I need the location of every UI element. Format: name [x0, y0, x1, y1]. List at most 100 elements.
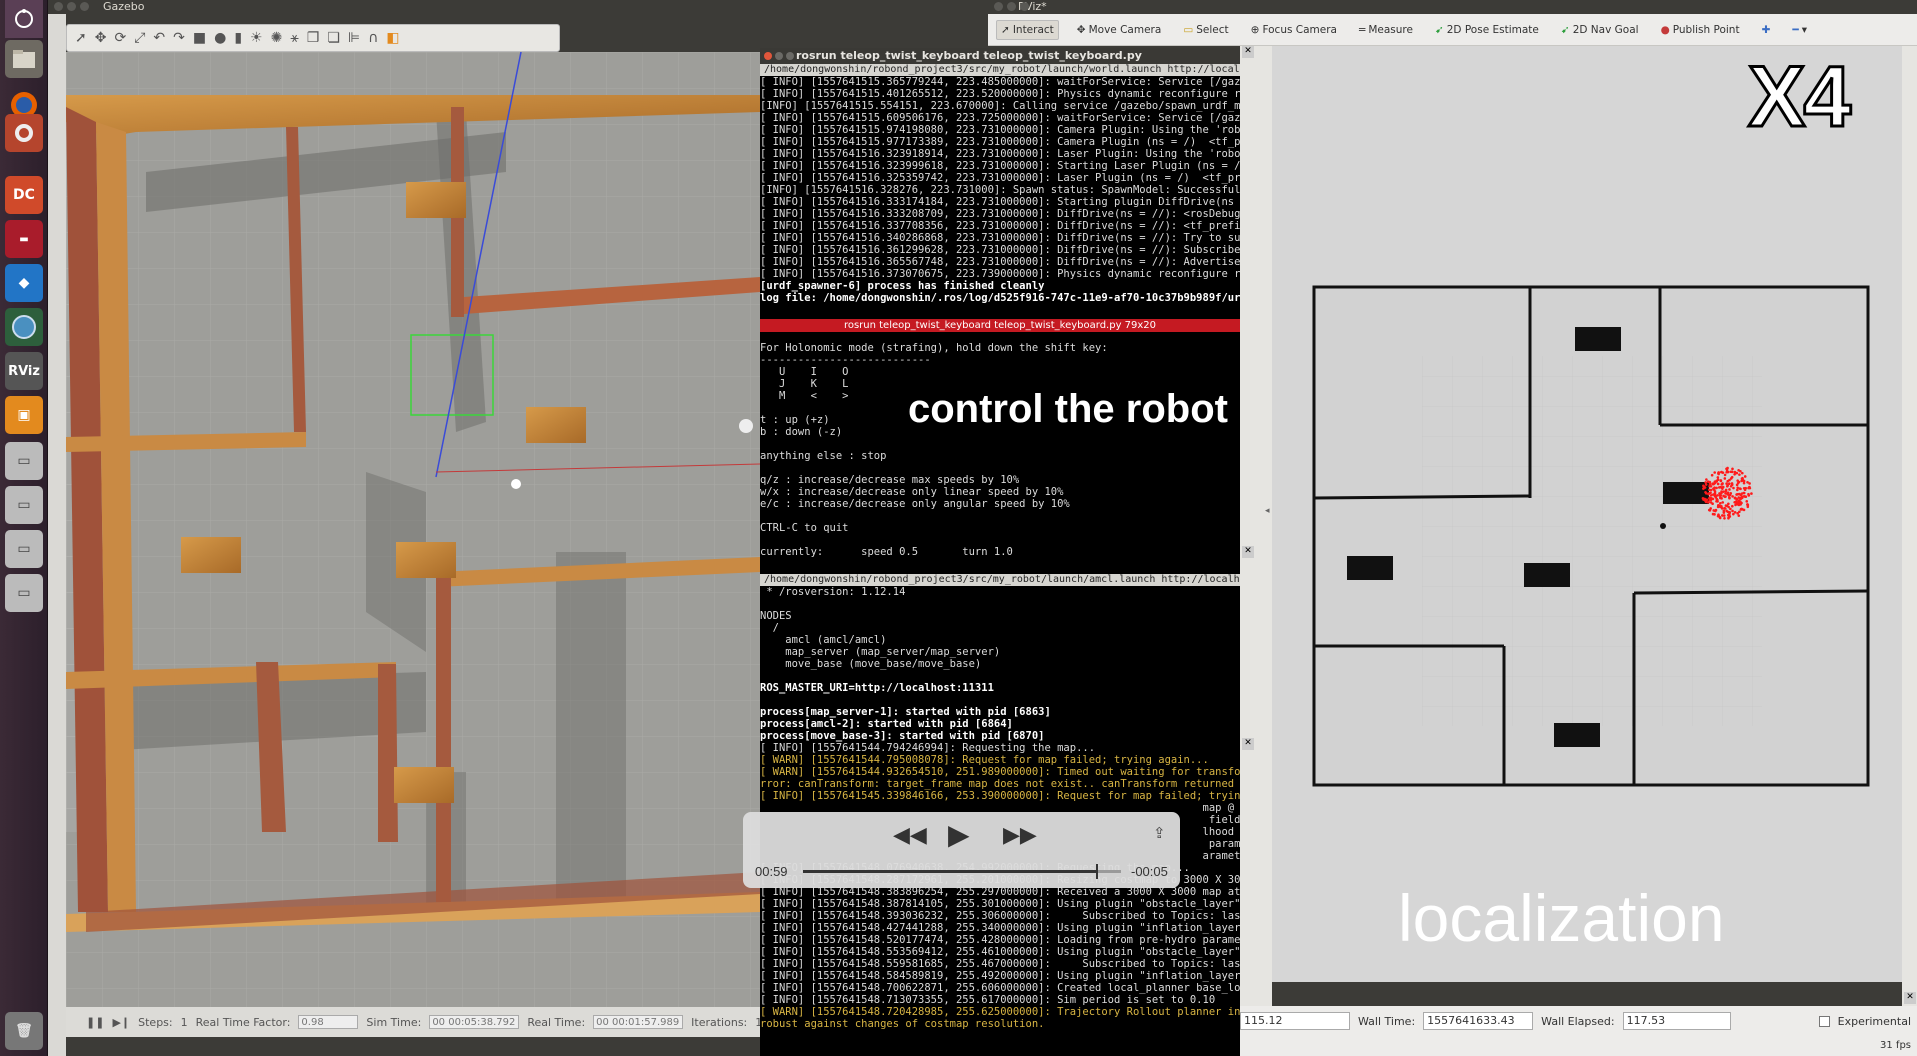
pause-icon[interactable]: ❚❚	[86, 1016, 104, 1029]
files-icon[interactable]	[5, 40, 43, 78]
settings-icon[interactable]	[5, 114, 43, 152]
particle	[1737, 468, 1740, 472]
particle	[1711, 497, 1715, 501]
align-icon[interactable]: ⊫	[348, 30, 360, 46]
drive-icon[interactable]: ▭	[5, 442, 43, 480]
amcl-summary: * /rosversion: 1.12.14 NODES / amcl (amcl…	[760, 586, 1240, 682]
tool-measure[interactable]: ═ Measure	[1355, 21, 1417, 39]
select-icon[interactable]: ➚	[75, 30, 87, 46]
close-icon[interactable]: ✕	[1242, 738, 1254, 750]
close-icon[interactable]: ✕	[1242, 46, 1254, 58]
translate-icon[interactable]: ✥	[95, 30, 107, 46]
redo-icon[interactable]: ↷	[173, 30, 185, 46]
tool-select[interactable]: ▭ Select	[1179, 21, 1232, 39]
terminal-titlebar[interactable]: rosrun teleop_twist_keyboard teleop_twis…	[760, 48, 1240, 64]
tool-2d-pose-estimate[interactable]: ➹ 2D Pose Estimate	[1431, 21, 1543, 39]
particle	[1746, 503, 1749, 506]
snap-icon[interactable]: ∩	[368, 30, 378, 46]
particle	[1717, 471, 1720, 475]
rviz-right-panel[interactable]: ✕	[1902, 46, 1917, 1036]
amcl-launch-tab[interactable]: /home/dongwonshin/robond_project3/src/my…	[760, 574, 1240, 586]
teleop-line: ---------------------------	[760, 354, 931, 366]
particle	[1736, 481, 1740, 485]
dconf-icon[interactable]: DC	[5, 176, 43, 214]
add-tool-button[interactable]: ✚	[1758, 21, 1775, 39]
vscode-icon[interactable]: ◆	[5, 264, 43, 302]
particle	[1723, 473, 1727, 477]
teleop-pane-title[interactable]: rosrun teleop_twist_keyboard teleop_twis…	[760, 319, 1240, 332]
real-time-field	[593, 1015, 684, 1029]
steps-value[interactable]: 1	[181, 1016, 188, 1029]
tool-move-camera[interactable]: ✥ Move Camera	[1073, 21, 1166, 39]
caption-localization: localization	[1398, 881, 1725, 955]
sphere-shape-icon[interactable]: ●	[214, 30, 226, 46]
particle	[1726, 484, 1730, 487]
particle	[1715, 497, 1719, 501]
terminal-icon[interactable]: ▬	[5, 220, 43, 258]
sun-light-icon[interactable]: ☀	[250, 30, 263, 46]
close-icon[interactable]: ✕	[1904, 992, 1916, 1004]
log-line: rror: canTransform: target_frame map doe…	[760, 778, 1240, 790]
log-line: [ INFO] [1557641516.340286868, 223.73100…	[760, 232, 1240, 244]
trash-icon[interactable]: 🗑	[5, 1012, 43, 1050]
gazebo-left-panel[interactable]	[48, 14, 66, 1056]
rviz-icon[interactable]: RViz	[5, 352, 43, 390]
rviz-map-view[interactable]	[1272, 46, 1902, 982]
gazebo-titlebar: Gazebo	[48, 0, 988, 14]
wall-elapsed-label: Wall Elapsed:	[1541, 1014, 1615, 1028]
undo-icon[interactable]: ↶	[153, 30, 165, 46]
drive-icon[interactable]: ▭	[5, 574, 43, 612]
particle	[1713, 471, 1716, 474]
fast-forward-button[interactable]: ▶▶	[1003, 822, 1037, 848]
rewind-button[interactable]: ◀◀	[893, 822, 927, 848]
log-line: [ INFO] [1557641548.584589819, 255.49200…	[760, 970, 1240, 982]
rotate-icon[interactable]: ⟳	[114, 30, 126, 46]
orange-camera-icon[interactable]: ◧	[386, 30, 399, 46]
particle	[1725, 467, 1728, 471]
gazebo-3d-scene[interactable]	[66, 51, 761, 1007]
progress-handle[interactable]	[1095, 864, 1098, 879]
log-file-line: log file: /home/dongwonshin/.ros/log/d52…	[760, 292, 1240, 304]
box-shape-icon[interactable]: ■	[193, 30, 206, 46]
log-line: [ INFO] [1557641515.401265512, 223.52000…	[760, 88, 1240, 100]
world-launch-tab[interactable]: /home/dongwonshin/robond_project3/src/my…	[760, 64, 1240, 76]
close-icon[interactable]: ✕	[1242, 546, 1254, 558]
scale-icon[interactable]: ⤢	[134, 30, 145, 46]
share-icon[interactable]: ⇪	[1153, 824, 1166, 842]
collapse-left-icon[interactable]: ◂	[1265, 506, 1270, 516]
ruler-icon: ═	[1358, 23, 1366, 36]
step-icon[interactable]: ▶❙	[112, 1016, 130, 1029]
tool-publish-point[interactable]: ● Publish Point	[1657, 21, 1744, 39]
play-button[interactable]: ▶	[948, 818, 970, 851]
point-light-icon[interactable]: ✺	[271, 30, 283, 46]
window-controls[interactable]	[764, 52, 794, 60]
tool-focus-camera[interactable]: ⊕ Focus Camera	[1247, 21, 1341, 39]
rviz-left-panel[interactable]: ✕ ✕ ✕ ◂	[1240, 46, 1272, 1006]
tool-label: Interact	[1012, 23, 1054, 36]
box-icon[interactable]: ▣	[5, 396, 43, 434]
wall-elapsed-field: 117.53	[1622, 1012, 1731, 1030]
tool-interact[interactable]: ➚ Interact	[996, 19, 1059, 40]
ubuntu-icon[interactable]	[5, 0, 43, 38]
tool-menu-button[interactable]: ━ ▾	[1788, 21, 1811, 39]
log-line: [ INFO] [1557641544.794246994]: Requesti…	[760, 742, 1096, 754]
progress-track[interactable]	[803, 864, 1121, 879]
window-controls[interactable]	[54, 2, 89, 11]
particle	[1711, 512, 1715, 516]
tool-2d-nav-goal[interactable]: ➹ 2D Nav Goal	[1557, 21, 1643, 39]
copy-icon[interactable]: ❐	[307, 30, 320, 46]
log-line: [ INFO] [1557641516.323918914, 223.73100…	[760, 148, 1240, 160]
cylinder-shape-icon[interactable]: ▮	[234, 30, 242, 46]
particle	[1704, 490, 1707, 494]
window-controls[interactable]	[994, 2, 1029, 11]
globe-icon[interactable]	[5, 308, 43, 346]
paste-icon[interactable]: ❏	[327, 30, 340, 46]
spot-light-icon[interactable]: ⚹	[290, 30, 298, 46]
log-line: robust against changes of costmap resolu…	[760, 1018, 1045, 1030]
particle	[1732, 512, 1735, 516]
particle	[1729, 484, 1733, 488]
drive-icon[interactable]: ▭	[5, 486, 43, 524]
experimental-checkbox[interactable]	[1818, 1015, 1830, 1027]
terminal-window[interactable]: rosrun teleop_twist_keyboard teleop_twis…	[760, 48, 1240, 1056]
drive-icon[interactable]: ▭	[5, 530, 43, 568]
